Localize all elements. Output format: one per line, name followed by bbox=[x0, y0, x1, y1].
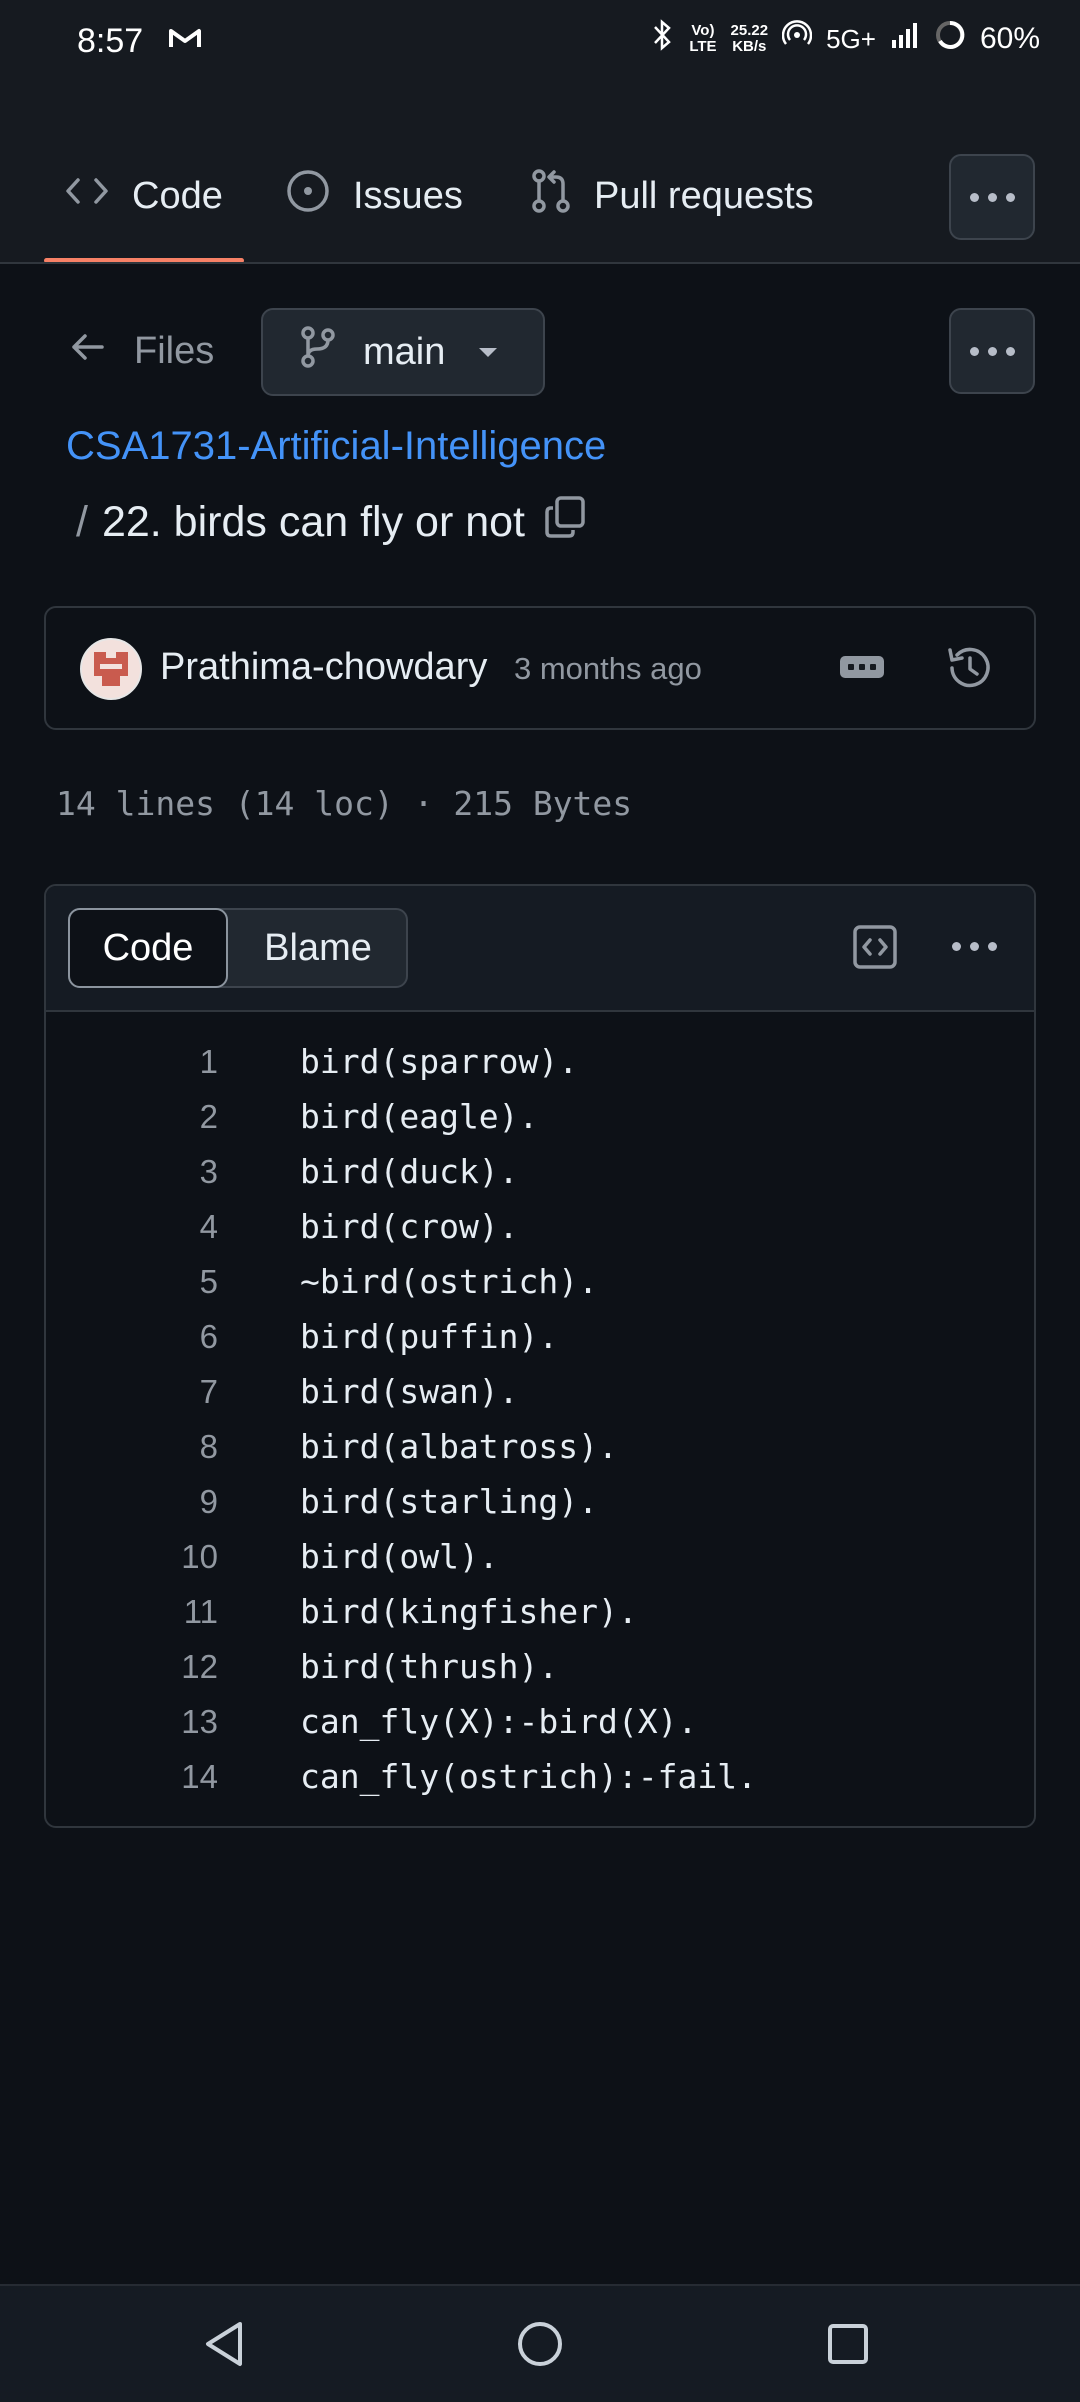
line-number[interactable]: 4 bbox=[200, 1208, 218, 1246]
line-number[interactable]: 2 bbox=[200, 1098, 218, 1136]
git-pull-request-icon bbox=[530, 168, 572, 224]
code-icon bbox=[64, 174, 110, 218]
file-more-button[interactable] bbox=[949, 308, 1035, 394]
line-content: bird(kingfisher). bbox=[300, 1592, 638, 1631]
blame-view-button[interactable]: Blame bbox=[228, 910, 408, 986]
chevron-down-icon bbox=[479, 347, 498, 357]
branch-selector[interactable]: main bbox=[261, 308, 545, 396]
line-number[interactable]: 5 bbox=[200, 1263, 218, 1301]
volte-indicator: Vo) LTE bbox=[689, 22, 717, 55]
file-nav-row: Files main bbox=[0, 308, 1080, 398]
network-speed: 25.22 KB/s bbox=[730, 22, 769, 55]
repo-link[interactable]: CSA1731-Artificial-Intelligence bbox=[66, 424, 606, 469]
line-content: can_fly(ostrich):-fail. bbox=[300, 1757, 757, 1796]
code-line: 12 bird(thrush). bbox=[46, 1639, 1034, 1694]
recents-nav-icon[interactable] bbox=[826, 2322, 870, 2371]
battery-percent: 60% bbox=[979, 22, 1040, 55]
bluetooth-icon bbox=[649, 18, 675, 60]
home-nav-icon[interactable] bbox=[516, 2320, 564, 2373]
line-number[interactable]: 8 bbox=[200, 1428, 218, 1466]
status-bar: 8:57 Vo) LTE 25.22 KB/s 5G+ 60% bbox=[0, 0, 1080, 90]
status-time: 8:57 bbox=[77, 22, 144, 60]
tab-pull-requests[interactable]: Pull requests bbox=[530, 150, 814, 242]
view-toggle: Code Blame bbox=[68, 908, 408, 988]
hotspot-icon bbox=[781, 20, 813, 58]
line-content: can_fly(X):-bird(X). bbox=[300, 1702, 698, 1741]
line-content: bird(swan). bbox=[300, 1372, 519, 1411]
battery-icon bbox=[934, 19, 966, 59]
signal-icon bbox=[890, 20, 920, 58]
repo-tabs: Code Issues Pull requests bbox=[0, 150, 1080, 262]
line-content: bird(albatross). bbox=[300, 1427, 618, 1466]
tab-issues[interactable]: Issues bbox=[285, 150, 463, 242]
raw-file-icon[interactable] bbox=[852, 924, 898, 975]
code-line: 7 bird(swan). bbox=[46, 1364, 1034, 1419]
commit-message-toggle[interactable] bbox=[840, 656, 884, 678]
line-content: bird(sparrow). bbox=[300, 1042, 579, 1081]
files-back-button[interactable]: Files bbox=[70, 330, 214, 373]
latest-commit: Prathima-chowdary 3 months ago bbox=[44, 606, 1036, 730]
tab-issues-label: Issues bbox=[353, 174, 463, 217]
line-number[interactable]: 13 bbox=[181, 1703, 218, 1741]
line-number[interactable]: 3 bbox=[200, 1153, 218, 1191]
git-branch-icon bbox=[299, 325, 337, 379]
back-nav-icon[interactable] bbox=[202, 2320, 246, 2373]
tab-code-label: Code bbox=[132, 174, 223, 217]
line-number[interactable]: 1 bbox=[200, 1043, 218, 1081]
repo-more-button[interactable] bbox=[949, 154, 1035, 240]
issue-opened-icon bbox=[285, 168, 331, 224]
copy-path-icon[interactable] bbox=[543, 494, 587, 551]
breadcrumb: / 22. birds can fly or not bbox=[76, 494, 587, 551]
line-number[interactable]: 9 bbox=[200, 1483, 218, 1521]
code-line: 6 bird(puffin). bbox=[46, 1309, 1034, 1364]
line-content: bird(duck). bbox=[300, 1152, 519, 1191]
network-type: 5G+ bbox=[826, 23, 876, 54]
code-lines: 1 bird(sparrow). 2 bird(eagle). 3 bird(duck).… bbox=[46, 1034, 1034, 1804]
code-line: 5 ~bird(ostrich). bbox=[46, 1254, 1034, 1309]
line-number[interactable]: 11 bbox=[184, 1593, 218, 1631]
line-content: bird(crow). bbox=[300, 1207, 519, 1246]
history-icon[interactable] bbox=[944, 642, 996, 699]
line-content: bird(eagle). bbox=[300, 1097, 539, 1136]
code-line: 11 bird(kingfisher). bbox=[46, 1584, 1034, 1639]
breadcrumb-separator: / bbox=[76, 498, 88, 546]
code-viewer-header: Code Blame bbox=[46, 886, 1034, 1012]
code-line: 2 bird(eagle). bbox=[46, 1089, 1034, 1144]
code-view-button[interactable]: Code bbox=[68, 908, 228, 988]
line-number[interactable]: 7 bbox=[200, 1373, 218, 1411]
gmail-notification-icon bbox=[168, 25, 202, 56]
code-line: 13 can_fly(X):-bird(X). bbox=[46, 1694, 1034, 1749]
code-line: 4 bird(crow). bbox=[46, 1199, 1034, 1254]
line-number[interactable]: 14 bbox=[181, 1758, 218, 1796]
line-number[interactable]: 12 bbox=[181, 1648, 218, 1686]
header-divider bbox=[0, 262, 1080, 264]
line-content: bird(starling). bbox=[300, 1482, 599, 1521]
code-line: 1 bird(sparrow). bbox=[46, 1034, 1034, 1089]
line-content: bird(puffin). bbox=[300, 1317, 559, 1356]
code-more-button[interactable] bbox=[952, 942, 997, 951]
line-content: ~bird(ostrich). bbox=[300, 1262, 599, 1301]
code-line: 3 bird(duck). bbox=[46, 1144, 1034, 1199]
code-line: 10 bird(owl). bbox=[46, 1529, 1034, 1584]
commit-time: 3 months ago bbox=[514, 651, 702, 686]
code-line: 8 bird(albatross). bbox=[46, 1419, 1034, 1474]
line-content: bird(thrush). bbox=[300, 1647, 559, 1686]
branch-name: main bbox=[363, 330, 446, 373]
avatar[interactable] bbox=[80, 638, 142, 700]
code-line: 9 bird(starling). bbox=[46, 1474, 1034, 1529]
tab-pull-requests-label: Pull requests bbox=[594, 174, 814, 217]
tab-code[interactable]: Code bbox=[64, 150, 223, 242]
status-icons: Vo) LTE 25.22 KB/s 5G+ 60% bbox=[649, 18, 1040, 60]
arrow-left-icon bbox=[70, 330, 106, 373]
code-viewer: Code Blame 1 bird(sparrow). 2 bird(eagle). 3… bbox=[44, 884, 1036, 1828]
files-label: Files bbox=[134, 330, 215, 372]
line-number[interactable]: 10 bbox=[181, 1538, 218, 1576]
code-line: 14 can_fly(ostrich):-fail. bbox=[46, 1749, 1034, 1804]
system-nav-bar bbox=[0, 2284, 1080, 2402]
line-content: bird(owl). bbox=[300, 1537, 499, 1576]
line-number[interactable]: 6 bbox=[200, 1318, 218, 1356]
file-meta: 14 lines (14 loc) · 215 Bytes bbox=[56, 784, 633, 823]
file-name: 22. birds can fly or not bbox=[101, 498, 526, 546]
commit-author[interactable]: Prathima-chowdary bbox=[160, 646, 487, 689]
